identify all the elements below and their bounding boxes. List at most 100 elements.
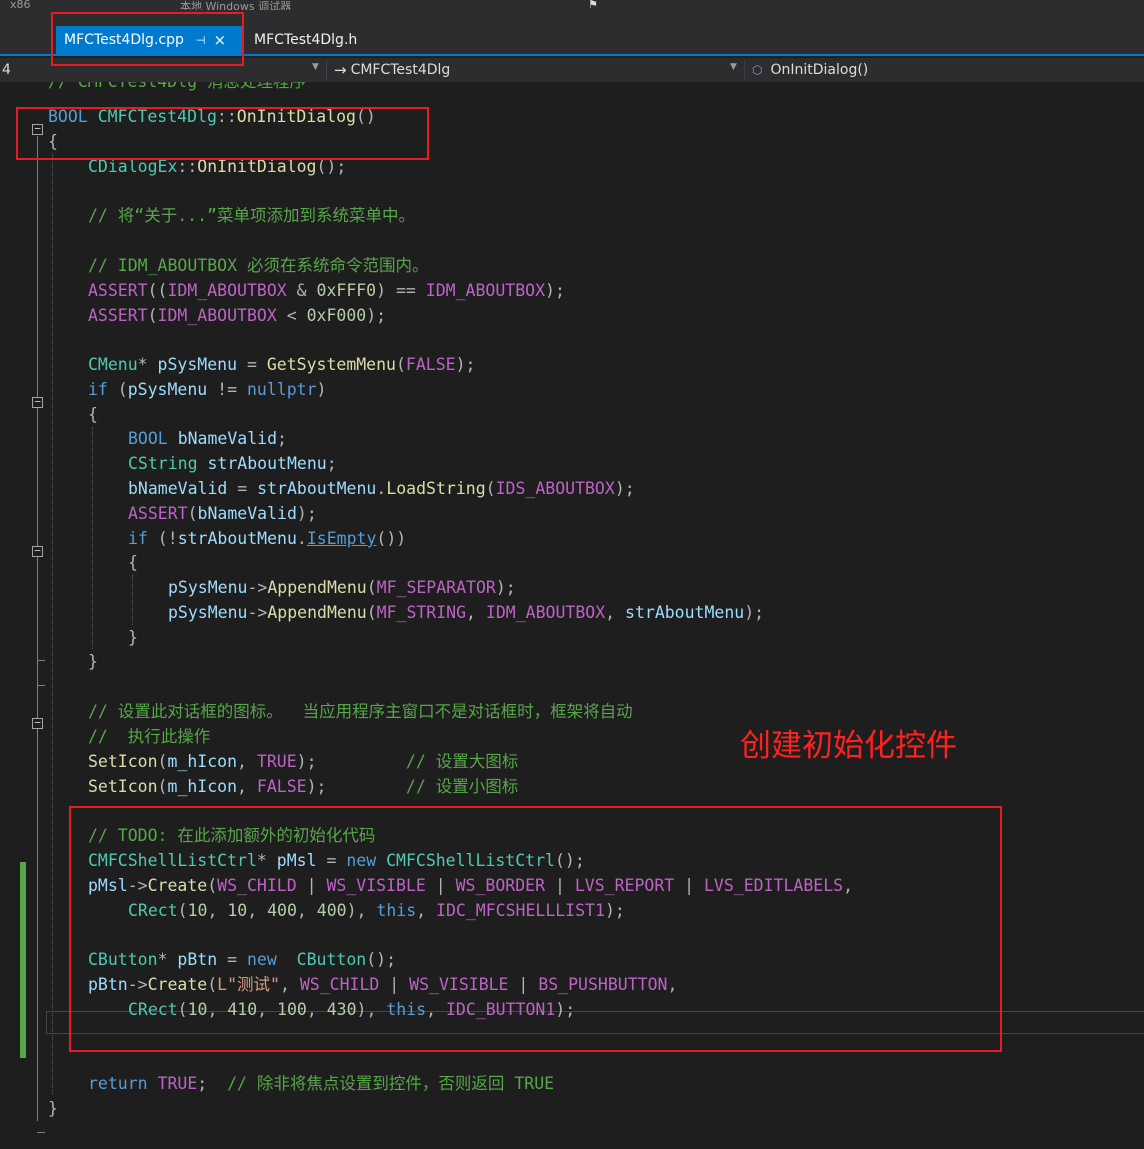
code-token: -> <box>247 603 268 622</box>
nav-divider <box>744 60 745 80</box>
chevron-down-icon[interactable]: ▼ <box>312 62 319 72</box>
code-token: pSysMenu <box>127 380 208 399</box>
code-token: (( <box>147 281 168 300</box>
member-label: OnInitDialog() <box>770 62 869 78</box>
code-token: ( <box>147 306 158 325</box>
code-token: m_hIcon <box>167 777 238 796</box>
code-token: { <box>128 553 138 572</box>
code-line: CMenu* pSysMenu = GetSystemMenu(FALSE); <box>88 352 475 377</box>
bookmark-icon[interactable]: ⚑ <box>588 0 598 10</box>
code-token: . <box>296 529 307 548</box>
code-token: IDM_ABOUTBOX <box>425 281 546 300</box>
annotation-label: 创建初始化控件 <box>740 728 957 764</box>
code-token: CMenu <box>88 355 138 374</box>
code-token: IDM_ABOUTBOX <box>157 306 277 325</box>
code-token: != <box>207 380 247 399</box>
code-token: ( <box>187 504 198 523</box>
tab-mfctest4dlg-h[interactable]: MFCTest4Dlg.h <box>246 26 376 54</box>
code-token: ( <box>157 752 168 771</box>
code-token: MF_STRING <box>376 603 467 622</box>
code-token: GetSystemMenu <box>266 355 396 374</box>
start-debugger-button[interactable]: 本地 Windows 调试器 <box>180 0 291 10</box>
code-token: IDM_ABOUTBOX <box>485 603 606 622</box>
code-token: ( <box>366 578 377 597</box>
nav-divider <box>326 60 327 80</box>
code-token: FALSE <box>256 777 307 796</box>
code-token: & <box>286 281 317 300</box>
collapse-icon[interactable]: − <box>32 717 43 729</box>
code-token: // 将“关于...”菜单项添加到系统菜单中。 <box>88 206 415 225</box>
chevron-down-icon[interactable]: ▼ <box>730 62 737 72</box>
code-token: ; <box>277 429 287 448</box>
code-token: ); <box>744 603 765 622</box>
code-token: ( <box>107 380 128 399</box>
code-token: bNameValid <box>177 429 278 448</box>
code-line: } <box>128 625 138 650</box>
indent-guide <box>92 427 93 649</box>
code-token: bNameValid <box>197 504 297 523</box>
code-token: ); <box>296 504 317 523</box>
highlight-box-init-controls <box>69 806 1002 1052</box>
code-line: // 将“关于...”菜单项添加到系统菜单中。 <box>88 203 415 228</box>
highlight-box-active-tab <box>51 12 244 66</box>
code-token: bNameValid <box>128 479 228 498</box>
code-token: ( <box>395 355 406 374</box>
code-token: , <box>605 603 626 622</box>
code-token: TRUE <box>157 1074 198 1093</box>
code-line: ASSERT(IDM_ABOUTBOX < 0xF000); <box>88 303 386 328</box>
collapse-icon[interactable]: − <box>32 396 43 408</box>
code-token: pSysMenu <box>168 578 248 597</box>
code-token: AppendMenu <box>267 578 367 597</box>
code-token: * <box>137 355 158 374</box>
member-dropdown[interactable]: ⬡ OnInitDialog() <box>752 58 1142 82</box>
code-token: ASSERT <box>88 306 148 325</box>
code-token: LoadString <box>386 479 486 498</box>
platform-selector[interactable]: x86 <box>10 0 31 10</box>
code-token: ); <box>545 281 565 300</box>
code-editor[interactable]: // CMFCTest4Dlg 消息处理程序 − − − − BOOL CMFC… <box>0 82 1144 1149</box>
code-token: , <box>466 603 486 622</box>
code-token: IDS_ABOUTBOX <box>495 479 615 498</box>
code-token: = <box>237 355 267 374</box>
code-line: // IDM_ABOUTBOX 必须在系统命令范围内。 <box>88 253 428 278</box>
code-token: } <box>128 628 138 647</box>
code-token: if <box>88 380 108 399</box>
code-token: , <box>237 777 257 796</box>
cut-off-comment: // CMFCTest4Dlg 消息处理程序 <box>48 82 306 94</box>
method-cube-icon: ⬡ <box>752 63 763 77</box>
code-token: // 设置小图标 <box>326 777 519 796</box>
code-line: ASSERT((IDM_ABOUTBOX & 0xFFF0) == IDM_AB… <box>88 278 565 303</box>
highlight-box-function-signature <box>16 107 429 160</box>
code-token: ( <box>157 777 168 796</box>
code-line: // 执行此操作 <box>88 724 210 749</box>
code-token: strAboutMenu <box>207 454 327 473</box>
code-token: MF_SEPARATOR <box>376 578 496 597</box>
code-line: if (pSysMenu != nullptr) <box>88 377 326 402</box>
code-token: ()) <box>376 529 407 548</box>
class-scope-label: CMFCTest4Dlg <box>350 62 451 78</box>
code-token: ; <box>197 1074 218 1093</box>
code-token: ); <box>366 306 387 325</box>
code-token: ); <box>296 752 317 771</box>
code-token: return <box>88 1074 148 1093</box>
code-token: m_hIcon <box>167 752 238 771</box>
code-token: if <box>128 529 148 548</box>
class-scope-dropdown[interactable]: → CMFCTest4Dlg <box>334 58 734 82</box>
code-line: pSysMenu->AppendMenu(MF_STRING, IDM_ABOU… <box>168 600 764 625</box>
code-line: } <box>88 649 98 674</box>
fold-end-tick <box>37 1132 45 1133</box>
code-line: bNameValid = strAboutMenu.LoadString(IDS… <box>128 476 635 501</box>
code-line: ASSERT(bNameValid); <box>128 501 317 526</box>
code-token: ( <box>485 479 496 498</box>
collapse-icon[interactable]: − <box>32 545 43 557</box>
indent-guide <box>52 154 53 1094</box>
code-line: { <box>128 550 138 575</box>
code-token: { <box>88 405 98 424</box>
code-token: ); <box>614 479 635 498</box>
code-token: strAboutMenu <box>625 603 745 622</box>
code-line: if (!strAboutMenu.IsEmpty()) <box>128 526 406 551</box>
code-token[interactable]: IsEmpty <box>307 529 377 548</box>
code-token: 0xF000 <box>306 306 367 325</box>
code-token: (! <box>147 529 178 548</box>
code-line: BOOL bNameValid; <box>128 426 287 451</box>
